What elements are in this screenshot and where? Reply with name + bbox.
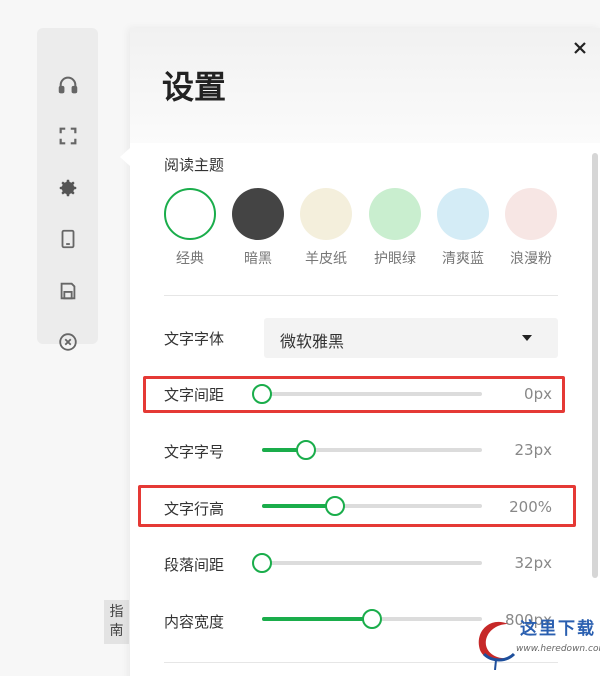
theme-name: 清爽蓝: [442, 251, 484, 267]
audio-button[interactable]: [37, 65, 98, 105]
font-size-value: 23px: [514, 441, 553, 459]
paragraph-spacing-value: 32px: [514, 554, 553, 572]
theme-option-green[interactable]: 护眼绿: [369, 188, 421, 268]
settings-button[interactable]: [37, 168, 98, 208]
theme-section-label: 阅读主题: [164, 156, 225, 174]
watermark-logo-icon: [478, 621, 516, 670]
panel-pointer: [120, 148, 130, 166]
save-icon: [60, 282, 75, 300]
watermark-text: 这里下载: [520, 619, 596, 639]
scrollbar[interactable]: [592, 153, 598, 578]
font-family-label: 文字字体: [164, 330, 225, 348]
slider-thumb[interactable]: [362, 609, 382, 629]
content-width-slider[interactable]: [262, 609, 482, 629]
slider-thumb[interactable]: [296, 440, 316, 460]
theme-option-parchment[interactable]: 羊皮纸: [300, 188, 352, 268]
close-button[interactable]: [568, 36, 592, 60]
page-title: 设置: [162, 68, 227, 106]
paragraph-spacing-slider[interactable]: [252, 553, 482, 573]
theme-name: 暗黑: [244, 251, 272, 267]
slider-fill: [262, 617, 372, 621]
exit-button[interactable]: [37, 322, 98, 362]
theme-swatch: [369, 188, 421, 240]
font-size-slider[interactable]: [262, 440, 482, 460]
paragraph-spacing-label: 段落间距: [164, 556, 225, 574]
slider-track: [262, 561, 482, 565]
caret-down-icon: [522, 335, 532, 341]
theme-swatch: [505, 188, 557, 240]
fullscreen-icon: [59, 127, 76, 145]
save-button[interactable]: [37, 271, 98, 311]
theme-name: 浪漫粉: [510, 251, 552, 267]
guide-text-1: 指: [109, 604, 124, 620]
theme-option-blue[interactable]: 清爽蓝: [437, 188, 489, 268]
theme-option-pink[interactable]: 浪漫粉: [505, 188, 557, 268]
watermark-url: www.heredown.com: [516, 644, 600, 654]
theme-name: 羊皮纸: [305, 251, 347, 267]
guide-tab[interactable]: 指 南: [104, 600, 129, 644]
fullscreen-button[interactable]: [37, 116, 98, 156]
headphones-icon: [58, 76, 77, 94]
guide-text-2: 南: [109, 623, 124, 639]
theme-name: 护眼绿: [374, 251, 416, 267]
divider: [164, 295, 558, 296]
watermark: 这里下载 www.heredown.com: [468, 606, 600, 672]
font-family-select[interactable]: 微软雅黑: [264, 318, 558, 358]
settings-panel: 设置 阅读主题 经典 暗黑 羊皮纸 护眼绿 清爽蓝 浪漫粉 文字字体 微软雅黑 …: [130, 28, 600, 676]
slider-thumb[interactable]: [252, 553, 272, 573]
theme-name: 经典: [176, 251, 204, 267]
reader-toolbar: [37, 28, 98, 351]
theme-swatch: [232, 188, 284, 240]
font-family-value: 微软雅黑: [280, 332, 345, 351]
content-width-label: 内容宽度: [164, 613, 225, 631]
highlight-box: [143, 376, 565, 413]
highlight-box: [138, 485, 576, 527]
close-circle-icon: [58, 333, 77, 351]
theme-swatch: [437, 188, 489, 240]
tablet-icon: [61, 229, 74, 249]
theme-swatch: [164, 188, 216, 240]
theme-swatch: [300, 188, 352, 240]
font-size-label: 文字字号: [164, 443, 225, 461]
close-icon: [574, 42, 586, 54]
gear-icon: [59, 179, 76, 197]
mobile-button[interactable]: [37, 219, 98, 259]
theme-option-classic[interactable]: 经典: [164, 188, 216, 268]
theme-option-dark[interactable]: 暗黑: [232, 188, 284, 268]
